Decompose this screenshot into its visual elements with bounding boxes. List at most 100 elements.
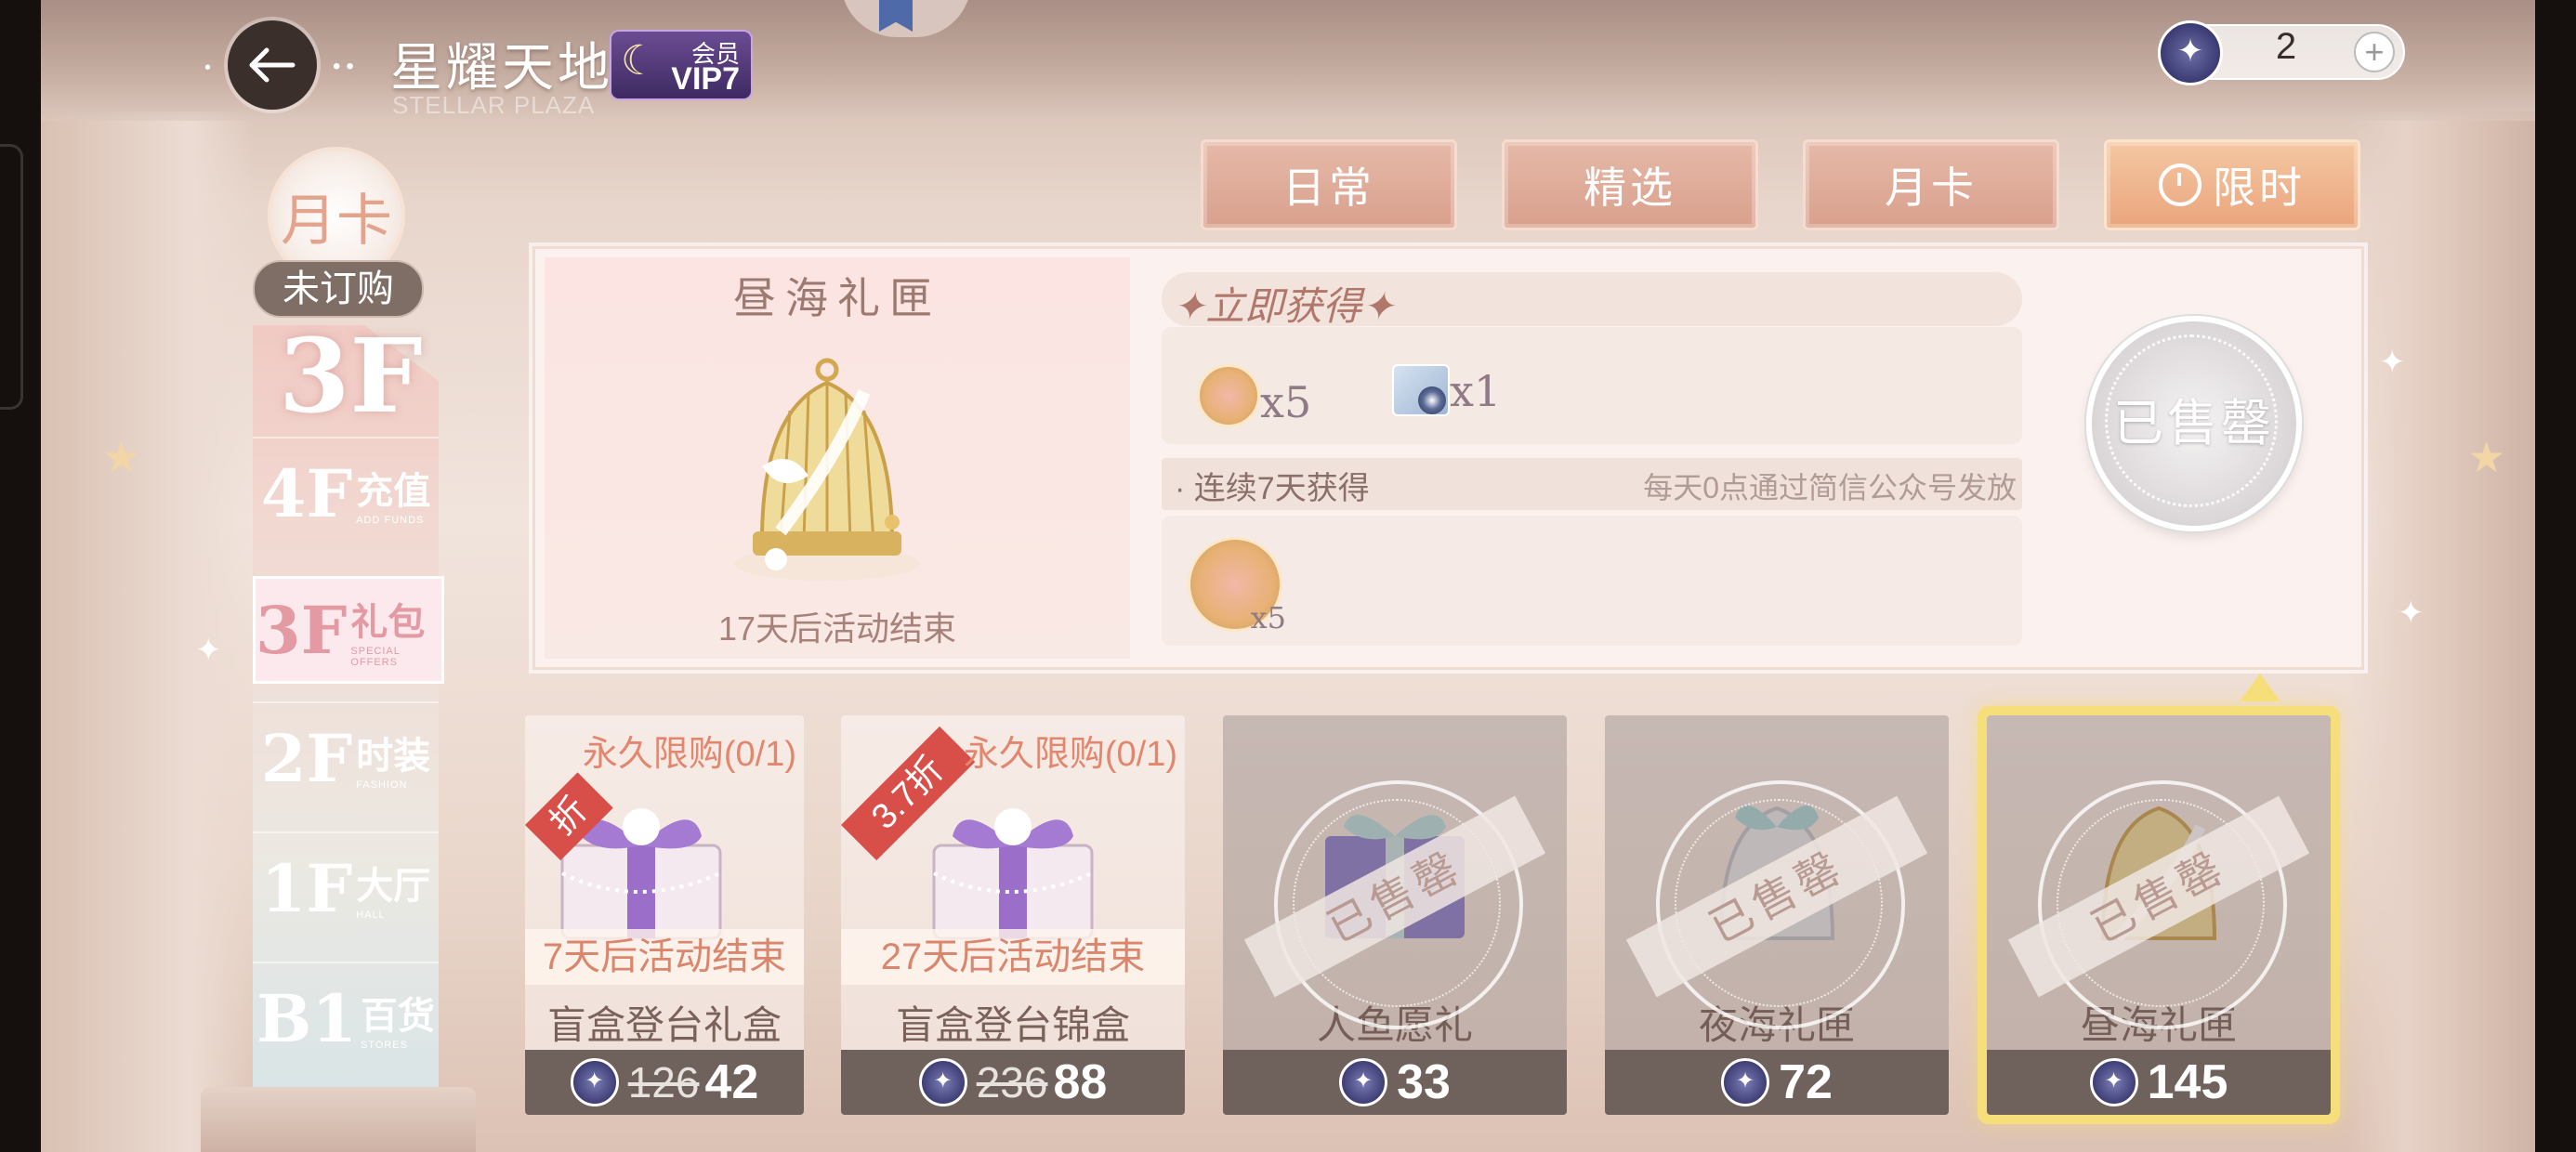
floor-number: B1 xyxy=(256,979,357,1057)
star-icon: ★ xyxy=(102,433,141,481)
contact-lens-icon xyxy=(1392,364,1450,416)
item-card-selected[interactable]: 昼海礼匣 已售罄 ✦ 145 xyxy=(1987,715,2331,1115)
sidebar-pedestal xyxy=(201,1087,476,1152)
floor-number: 3F xyxy=(256,591,348,669)
star-diamond-currency-icon: ✦ xyxy=(2089,1058,2138,1106)
floor-name-en: STORES xyxy=(360,1040,408,1051)
sale-price: 88 xyxy=(1053,1055,1108,1109)
sale-price: 145 xyxy=(2147,1055,2228,1109)
star-diamond-currency-icon: ✦ xyxy=(1339,1058,1388,1106)
tab-label: 月卡 xyxy=(1885,164,1978,212)
card-name: 盲盒登台锦盒 xyxy=(895,1003,1130,1047)
floor-number: 2F xyxy=(260,719,353,797)
item-card[interactable]: 夜海礼匣 已售罄 ✦ 72 xyxy=(1605,715,1949,1115)
floor-name-en: ADD FUNDS xyxy=(356,515,425,526)
daily-rewards-box xyxy=(1162,516,2022,646)
back-button[interactable] xyxy=(228,20,317,110)
price-bar: ✦ 126 42 xyxy=(525,1050,804,1115)
tab-label: 精选 xyxy=(1584,164,1676,212)
back-arrow-icon xyxy=(249,47,296,83)
item-card[interactable]: 折 永久限购(0/1) 7天后活动结束 盲盒登台礼盒 ✦ 126 42 xyxy=(525,715,804,1115)
floor-number: 4F xyxy=(260,454,353,532)
tab-label: 限时 xyxy=(2213,164,2306,212)
page-subtitle: STELLAR PLAZA xyxy=(392,91,596,119)
eye-icon xyxy=(1418,386,1446,414)
subscription-status: 未订购 xyxy=(253,260,424,318)
sale-price: 72 xyxy=(1779,1055,1833,1109)
sold-out-ring xyxy=(2105,334,2278,507)
price-bar: ✦ 145 xyxy=(1987,1050,2331,1115)
floor-name: 礼包 xyxy=(350,602,426,643)
tab-daily[interactable]: 日常 xyxy=(1201,139,1457,230)
moon-icon: ☾ xyxy=(621,38,658,84)
star-diamond-currency-icon: ✦ xyxy=(2158,20,2223,85)
reward-item[interactable]: x1 xyxy=(1392,364,1501,416)
dots-decor: •• xyxy=(333,54,360,79)
add-currency-button[interactable]: + xyxy=(2354,32,2395,72)
tab-limited-time[interactable]: 限时 xyxy=(2104,139,2360,230)
card-countdown: 27天后活动结束 xyxy=(841,929,1185,985)
vip-level: VIP7 xyxy=(671,61,740,97)
floor-3f-special-offers[interactable]: 3F 礼包 SPECIAL OFFERS xyxy=(253,576,444,684)
floor-2f-fashion[interactable]: 2F 时装 FASHION xyxy=(253,701,439,813)
monthly-card-label: 月卡 xyxy=(281,188,392,254)
purchase-limit: 永久限购(0/1) xyxy=(963,735,1177,774)
tab-label: 日常 xyxy=(1282,164,1375,212)
original-price: 236 xyxy=(976,1058,1048,1106)
system-edge-tab[interactable] xyxy=(0,144,23,410)
daily-rewards-note: 每天0点通过简信公众号发放 xyxy=(1643,471,2017,504)
star-diamond-currency-icon: ✦ xyxy=(918,1058,967,1106)
floor-b1-stores[interactable]: B1 百货 STORES xyxy=(253,962,439,1073)
gold-coin-icon xyxy=(1197,364,1260,427)
floor-number: 1F xyxy=(260,849,353,927)
purple-gift-box-icon xyxy=(932,808,1094,940)
floor-name: 大厅 xyxy=(356,866,431,907)
sale-price: 33 xyxy=(1397,1055,1451,1109)
price-bar: ✦ 72 xyxy=(1605,1050,1949,1115)
reward-item[interactable]: x5 xyxy=(1197,364,1311,427)
right-curtain xyxy=(2349,111,2535,1152)
screen-edge-right xyxy=(2535,0,2576,1152)
purchase-limit: 永久限购(0/1) xyxy=(582,735,796,774)
floor-1f-hall[interactable]: 1F 大厅 HALL xyxy=(253,831,439,943)
left-curtain xyxy=(41,111,255,1152)
reward-qty: x5 xyxy=(1260,377,1312,427)
sale-price: 42 xyxy=(704,1055,759,1109)
floor-4f-add-funds[interactable]: 4F 充值 ADD FUNDS xyxy=(253,437,439,548)
birdcage-gift-icon xyxy=(734,358,920,581)
original-price: 126 xyxy=(627,1058,700,1106)
clock-icon xyxy=(2159,164,2201,206)
floor-name-en: HALL xyxy=(356,910,386,921)
item-title: 昼海礼匣 xyxy=(733,273,941,323)
star-diamond-currency-icon: ✦ xyxy=(570,1058,619,1106)
price-bar: ✦ 236 88 xyxy=(841,1050,1185,1115)
item-card[interactable]: 人鱼愿礼 已售罄 ✦ 33 xyxy=(1223,715,1567,1115)
sparkle-icon: • xyxy=(204,58,212,78)
reward-qty: x1 xyxy=(1450,366,1502,416)
card-countdown: 7天后活动结束 xyxy=(525,929,804,985)
reward-item[interactable]: x5 xyxy=(1188,537,1286,635)
floor-name: 百货 xyxy=(360,996,435,1037)
floor-name-en: FASHION xyxy=(356,779,408,791)
star-icon: ★ xyxy=(2467,433,2506,481)
card-name: 盲盒登台礼盒 xyxy=(546,1003,782,1047)
star-diamond-currency-icon: ✦ xyxy=(1721,1058,1770,1106)
item-card[interactable]: 3.7折 永久限购(0/1) 27天后活动结束 盲盒登台锦盒 ✦ 236 88 xyxy=(841,715,1185,1115)
price-bar: ✦ 33 xyxy=(1223,1050,1567,1115)
instant-rewards-label: ✦立即获得✦ xyxy=(1173,283,1395,329)
floor-name-en: SPECIAL OFFERS xyxy=(350,646,401,668)
sparkle-icon: ✦ xyxy=(195,633,222,668)
current-floor: 3F xyxy=(279,316,423,436)
selection-pointer xyxy=(2240,674,2280,701)
sparkle-icon: ✦ xyxy=(2398,596,2425,631)
floor-name: 时装 xyxy=(356,736,431,777)
vip-badge[interactable]: ☾ 会员 VIP7 xyxy=(610,30,753,100)
page-title: 星耀天地 xyxy=(390,38,613,98)
currency-value: 2 xyxy=(2275,26,2297,67)
tab-monthly-card[interactable]: 月卡 xyxy=(1803,139,2059,230)
daily-rewards-label: · 连续7天获得 xyxy=(1175,471,1370,506)
sparkle-icon: ✦ xyxy=(2379,345,2406,380)
floor-name: 充值 xyxy=(356,471,431,512)
reward-qty: x5 xyxy=(1250,600,1286,635)
tab-featured[interactable]: 精选 xyxy=(1502,139,1758,230)
